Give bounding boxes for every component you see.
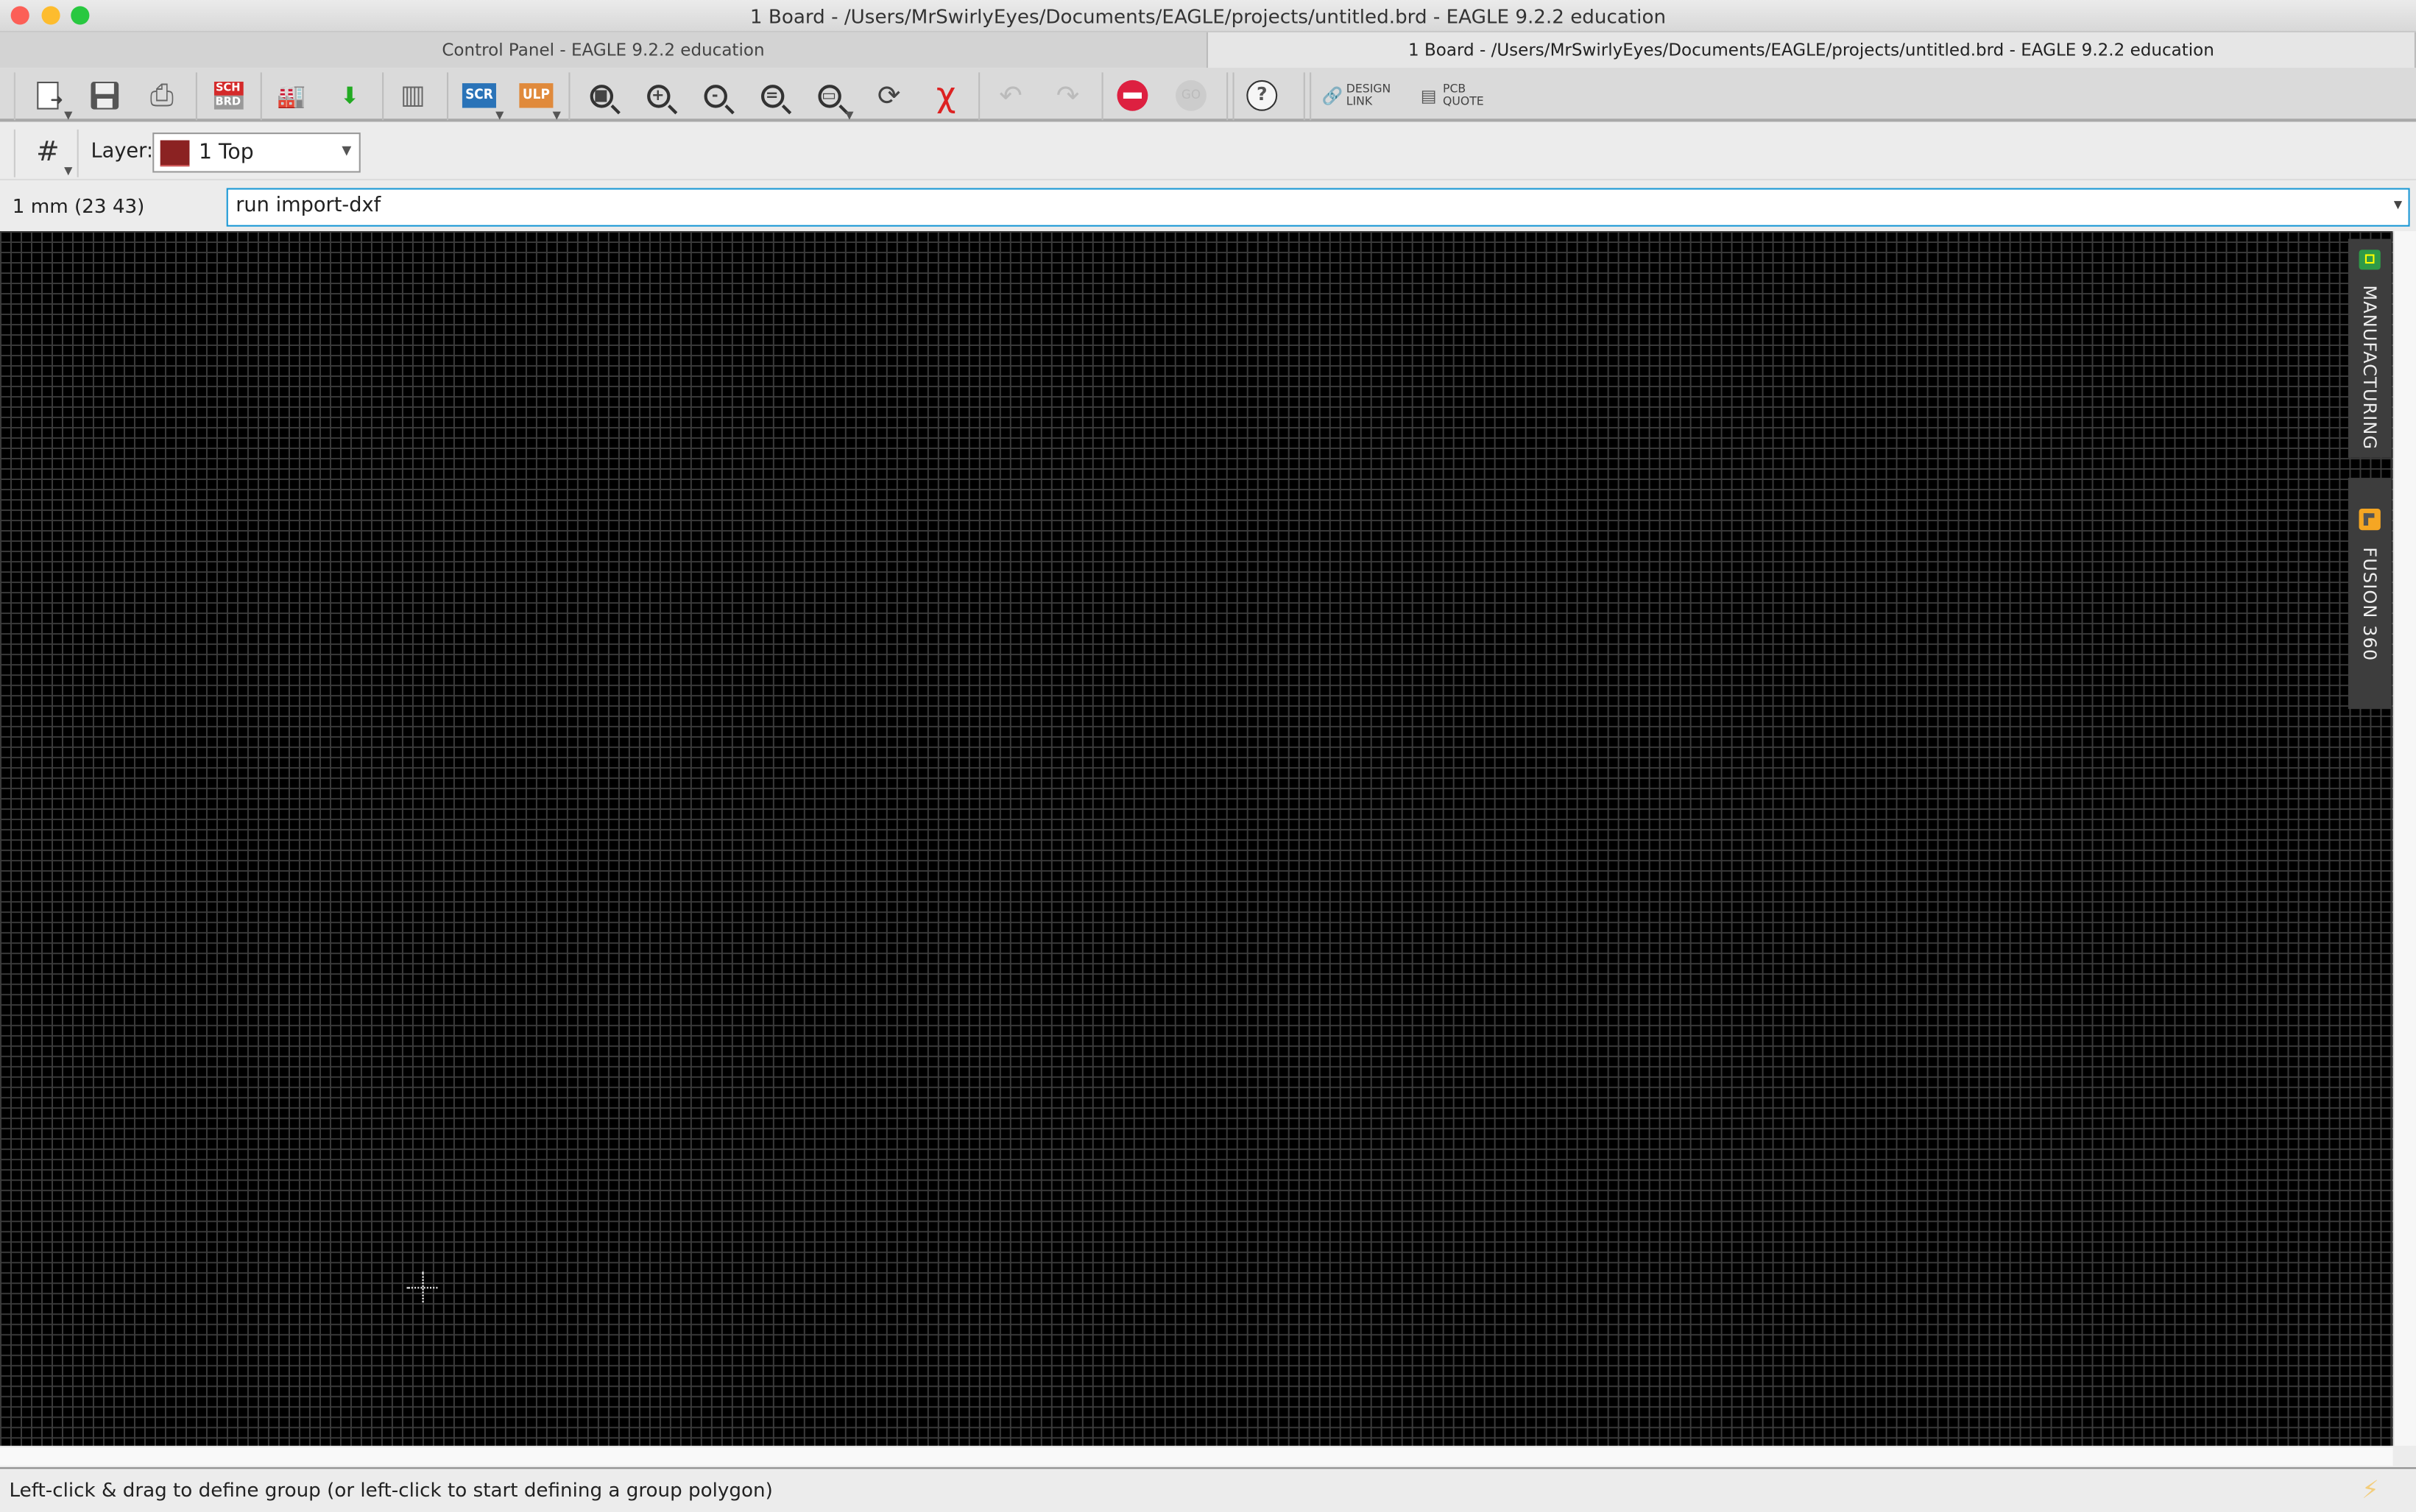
stop-icon <box>1117 80 1148 111</box>
cam-import-button[interactable]: ⬇ <box>328 76 372 116</box>
status-message: Left-click & drag to define group (or le… <box>9 1477 773 1502</box>
design-link-button[interactable]: 🔗 DESIGN LINK <box>1322 76 1399 116</box>
pcb-quote-button[interactable]: ▤ PCB QUOTE <box>1421 76 1498 116</box>
cam-processor-button[interactable]: 🏭 <box>269 76 313 116</box>
ulp-icon: ULP <box>519 83 554 108</box>
close-window-button[interactable] <box>10 6 29 25</box>
redo-icon: ↷ <box>1056 79 1080 112</box>
vertical-scrollbar[interactable] <box>2392 231 2416 1446</box>
sch-brd-icon: SCH BRD <box>213 81 243 110</box>
status-bar: Left-click & drag to define group (or le… <box>0 1467 2416 1512</box>
tab-board[interactable]: 1 Board - /Users/MrSwirlyEyes/Documents/… <box>1207 32 2416 68</box>
ulp-button[interactable]: ULP ▼ <box>515 76 561 121</box>
books-icon: ▥ <box>400 80 425 111</box>
board-canvas[interactable]: MANUFACTURING FUSION 360 <box>0 231 2393 1446</box>
scr-icon: SCR <box>462 83 496 108</box>
command-input[interactable]: run import-dxf ▼ <box>226 188 2410 227</box>
undo-icon: ↶ <box>999 79 1022 112</box>
go-icon: GO <box>1176 80 1207 111</box>
layer-label: Layer: <box>91 140 154 163</box>
zoom-fit-icon: ■ <box>589 84 613 107</box>
document-list-icon: ▤ <box>1420 85 1437 106</box>
link-icon: 🔗 <box>1321 85 1343 106</box>
window-title: 1 Board - /Users/MrSwirlyEyes/Documents/… <box>749 4 1667 28</box>
grid-coordinate-readout: 1 mm (23 43) <box>12 194 145 218</box>
tab-control-panel[interactable]: Control Panel - EAGLE 9.2.2 education <box>0 32 1208 68</box>
grid-icon: # <box>36 135 60 168</box>
manufacturing-panel-tab[interactable]: MANUFACTURING <box>2348 239 2392 458</box>
zoom-redraw-icon: = <box>760 84 784 107</box>
zoom-select-icon: ▭ <box>817 84 841 107</box>
help-icon: ? <box>1246 80 1278 111</box>
window-tabs: Control Panel - EAGLE 9.2.2 education 1 … <box>0 32 2416 68</box>
layer-select[interactable]: 1 Top ▼ <box>152 133 361 173</box>
parameter-toolbar: # ▼ Layer: 1 Top ▼ <box>0 124 2416 180</box>
zoom-in-button[interactable]: + <box>636 76 679 116</box>
history-dropdown-icon[interactable]: ▼ <box>2394 199 2402 211</box>
zoom-out-button[interactable]: - <box>693 76 737 116</box>
zoom-out-icon: - <box>703 84 727 107</box>
fusion-360-panel-tab[interactable]: FUSION 360 <box>2348 478 2392 710</box>
undo-button[interactable]: ↶ <box>989 76 1033 116</box>
redraw-button[interactable]: = <box>750 76 794 116</box>
lightning-icon: ⚡ <box>2362 1474 2379 1505</box>
cancel-command-button[interactable]: χ <box>925 76 968 116</box>
redo-button[interactable]: ↷ <box>1046 76 1089 116</box>
sch-brd-switch-button[interactable]: SCH BRD <box>206 76 250 116</box>
zoom-fit-button[interactable]: ■ <box>579 76 623 116</box>
refresh-button[interactable]: ⟳ <box>867 76 911 116</box>
script-button[interactable]: SCR ▼ <box>458 76 504 121</box>
save-button[interactable] <box>83 76 127 116</box>
zoom-in-icon: + <box>646 84 670 107</box>
zoom-select-button[interactable]: ▭ ▼ <box>808 76 854 121</box>
chevron-down-icon: ▼ <box>342 143 352 158</box>
rotate-arrows-icon: ⟳ <box>877 79 901 112</box>
title-bar: 1 Board - /Users/MrSwirlyEyes/Documents/… <box>0 0 2416 32</box>
crosshair-cursor <box>406 1271 438 1303</box>
zoom-window-button[interactable] <box>71 6 90 25</box>
go-button[interactable]: GO <box>1170 76 1213 116</box>
grid-button[interactable]: # ▼ <box>27 131 72 177</box>
eagle-window: 1 Board - /Users/MrSwirlyEyes/Documents/… <box>0 0 2416 1512</box>
minimize-window-button[interactable] <box>41 6 60 25</box>
open-file-button[interactable]: ➜ ▼ <box>27 76 72 121</box>
stop-button[interactable] <box>1111 76 1154 116</box>
horizontal-scrollbar[interactable] <box>0 1445 2393 1466</box>
floppy-icon <box>91 81 119 110</box>
factory-download-icon: ⬇ <box>339 81 360 110</box>
library-button[interactable]: ▥ <box>392 76 435 116</box>
printer-icon: ⎙ <box>149 78 174 113</box>
file-open-icon: ➜ <box>37 81 63 110</box>
print-button[interactable]: ⎙ <box>140 76 183 116</box>
command-row: 1 mm (23 43) run import-dxf ▼ <box>0 180 2416 232</box>
pcb-chip-icon <box>2359 250 2381 270</box>
main-toolbar: ➜ ▼ ⎙ SCH BRD 🏭 ⬇ ▥ SCR ▼ ULP ▼ ■ + - = ▭ ▼ ⟳… <box>0 68 2416 122</box>
layer-color-swatch <box>160 140 190 167</box>
factory-icon: 🏭 <box>277 81 306 110</box>
fusion-logo-icon <box>2359 508 2381 531</box>
help-button[interactable]: ? <box>1240 76 1284 116</box>
x-cancel-icon: χ <box>936 76 956 115</box>
